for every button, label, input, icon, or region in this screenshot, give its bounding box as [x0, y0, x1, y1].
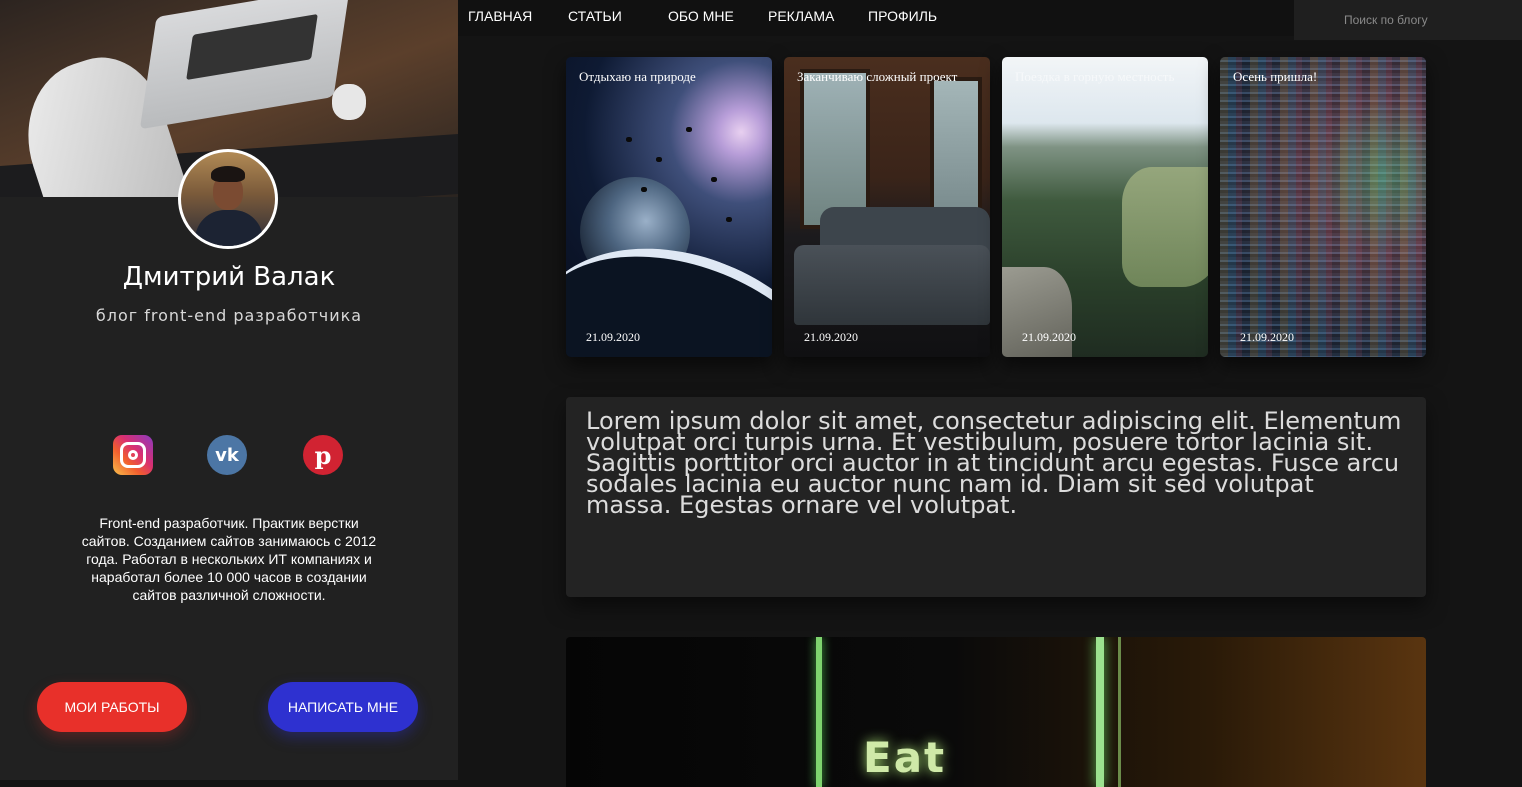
- card-asteroid: [686, 127, 692, 132]
- card-window: [800, 69, 870, 229]
- neon-tube: [1096, 637, 1104, 787]
- instagram-ring: [120, 442, 146, 468]
- profile-subtitle: блог front-end разработчика: [95, 306, 363, 325]
- neon-tube: [1118, 637, 1121, 787]
- card-title: Заканчиваю сложный проект: [797, 69, 958, 84]
- profile-name: Дмитрий Валак: [122, 262, 336, 292]
- post-card-nature[interactable]: Отдыхаю на природе 21.09.2020: [566, 57, 772, 357]
- instagram-icon[interactable]: [113, 435, 153, 475]
- card-title: Осень пришла!: [1233, 69, 1318, 84]
- nav-item-about[interactable]: ОБО МНЕ: [668, 8, 734, 24]
- pinterest-icon[interactable]: p: [303, 435, 343, 475]
- card-sofa: [794, 245, 990, 325]
- card-date: 21.09.2020: [804, 330, 858, 344]
- intro-text-block: Lorem ipsum dolor sit amet, consectetur …: [566, 397, 1426, 597]
- neon-sign-text: Eat: [863, 733, 947, 782]
- card-glow: [1220, 57, 1426, 357]
- profile-sidebar: Дмитрий Валак блог front-end разработчик…: [0, 0, 458, 780]
- card-title: Поездка в горную местность: [1015, 69, 1175, 84]
- nav-item-ads[interactable]: РЕКЛАМА: [768, 8, 834, 24]
- profile-bio: Front-end разработчик. Практик верстки с…: [81, 515, 377, 603]
- card-asteroid: [711, 177, 717, 182]
- card-date: 21.09.2020: [1022, 330, 1076, 344]
- card-asteroid: [656, 157, 662, 162]
- post-card-mountains[interactable]: Поездка в горную местность 21.09.2020: [1002, 57, 1208, 357]
- card-title: Отдыхаю на природе: [579, 69, 696, 84]
- card-date: 21.09.2020: [586, 330, 640, 344]
- vk-icon[interactable]: vk: [207, 435, 247, 475]
- cover-mouse: [332, 84, 366, 120]
- card-valley: [1122, 167, 1208, 287]
- neon-tube: [816, 637, 822, 787]
- card-asteroid: [626, 137, 632, 142]
- nav-item-home[interactable]: ГЛАВНАЯ: [468, 8, 532, 24]
- nav-item-articles[interactable]: СТАТЬИ: [568, 8, 622, 24]
- avatar: [178, 149, 278, 249]
- post-card-autumn[interactable]: Осень пришла! 21.09.2020: [1220, 57, 1426, 357]
- write-me-button[interactable]: НАПИСАТЬ МНЕ: [268, 682, 418, 732]
- card-date: 21.09.2020: [1240, 330, 1294, 344]
- social-links: vk p: [0, 435, 458, 475]
- my-works-button[interactable]: МОИ РАБОТЫ: [37, 682, 187, 732]
- avatar-hair: [211, 166, 245, 182]
- card-asteroid: [641, 187, 647, 192]
- nav-item-profile[interactable]: ПРОФИЛЬ: [868, 8, 937, 24]
- intro-text: Lorem ipsum dolor sit amet, consectetur …: [586, 407, 1402, 519]
- search-input[interactable]: [1294, 0, 1522, 40]
- card-window: [930, 77, 982, 227]
- avatar-body: [195, 210, 263, 246]
- post-card-project[interactable]: Заканчиваю сложный проект 21.09.2020: [784, 57, 990, 357]
- neon-hero-image: Eat: [566, 637, 1426, 787]
- card-asteroid: [726, 217, 732, 222]
